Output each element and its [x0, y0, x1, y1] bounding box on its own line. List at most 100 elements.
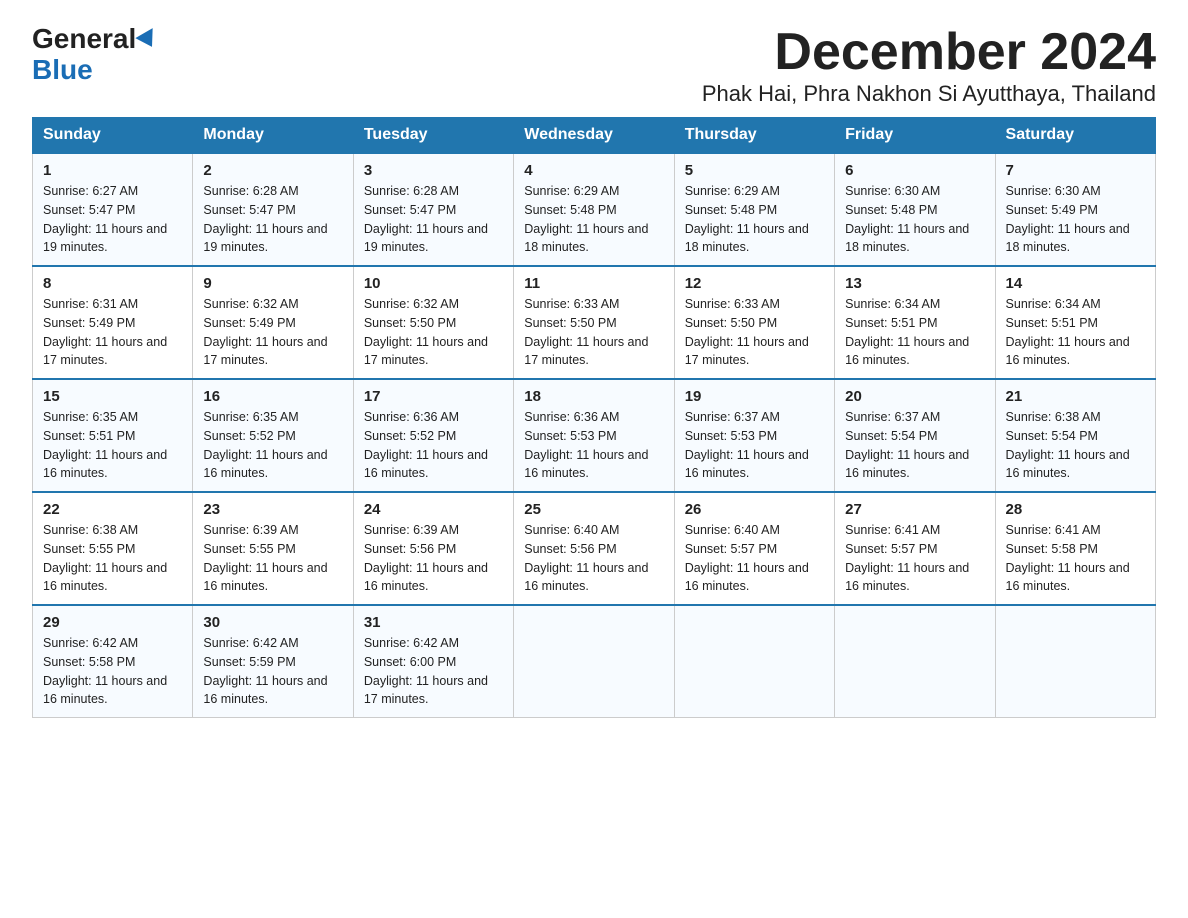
day-info: Sunrise: 6:40 AMSunset: 5:57 PMDaylight:… — [685, 523, 809, 593]
calendar-cell: 19 Sunrise: 6:37 AMSunset: 5:53 PMDaylig… — [674, 379, 834, 492]
day-info: Sunrise: 6:41 AMSunset: 5:57 PMDaylight:… — [845, 523, 969, 593]
day-info: Sunrise: 6:36 AMSunset: 5:53 PMDaylight:… — [524, 410, 648, 480]
day-number: 8 — [43, 275, 182, 292]
calendar-cell: 11 Sunrise: 6:33 AMSunset: 5:50 PMDaylig… — [514, 266, 674, 379]
day-info: Sunrise: 6:33 AMSunset: 5:50 PMDaylight:… — [685, 297, 809, 367]
header-thursday: Thursday — [674, 118, 834, 154]
header-friday: Friday — [835, 118, 995, 154]
header-monday: Monday — [193, 118, 353, 154]
day-number: 15 — [43, 388, 182, 405]
day-info: Sunrise: 6:30 AMSunset: 5:49 PMDaylight:… — [1006, 184, 1130, 254]
calendar-cell: 6 Sunrise: 6:30 AMSunset: 5:48 PMDayligh… — [835, 153, 995, 266]
calendar-cell: 1 Sunrise: 6:27 AMSunset: 5:47 PMDayligh… — [33, 153, 193, 266]
week-row-2: 8 Sunrise: 6:31 AMSunset: 5:49 PMDayligh… — [33, 266, 1156, 379]
calendar-cell: 12 Sunrise: 6:33 AMSunset: 5:50 PMDaylig… — [674, 266, 834, 379]
title-block: December 2024 Phak Hai, Phra Nakhon Si A… — [702, 24, 1156, 107]
logo-bottom-row: Blue — [32, 55, 93, 86]
calendar-cell: 4 Sunrise: 6:29 AMSunset: 5:48 PMDayligh… — [514, 153, 674, 266]
calendar-cell — [835, 605, 995, 718]
day-info: Sunrise: 6:34 AMSunset: 5:51 PMDaylight:… — [845, 297, 969, 367]
week-row-5: 29 Sunrise: 6:42 AMSunset: 5:58 PMDaylig… — [33, 605, 1156, 718]
calendar-cell: 13 Sunrise: 6:34 AMSunset: 5:51 PMDaylig… — [835, 266, 995, 379]
day-number: 12 — [685, 275, 824, 292]
day-number: 27 — [845, 501, 984, 518]
day-number: 7 — [1006, 162, 1145, 179]
calendar-header-row: SundayMondayTuesdayWednesdayThursdayFrid… — [33, 118, 1156, 154]
day-number: 26 — [685, 501, 824, 518]
day-info: Sunrise: 6:34 AMSunset: 5:51 PMDaylight:… — [1006, 297, 1130, 367]
calendar-cell: 8 Sunrise: 6:31 AMSunset: 5:49 PMDayligh… — [33, 266, 193, 379]
page-header: General Blue December 2024 Phak Hai, Phr… — [32, 24, 1156, 107]
day-number: 5 — [685, 162, 824, 179]
day-number: 16 — [203, 388, 342, 405]
logo-top-row: General — [32, 24, 158, 55]
day-number: 22 — [43, 501, 182, 518]
logo-triangle-icon — [136, 28, 161, 52]
header-tuesday: Tuesday — [353, 118, 513, 154]
calendar-cell: 24 Sunrise: 6:39 AMSunset: 5:56 PMDaylig… — [353, 492, 513, 605]
day-info: Sunrise: 6:37 AMSunset: 5:53 PMDaylight:… — [685, 410, 809, 480]
calendar-cell: 18 Sunrise: 6:36 AMSunset: 5:53 PMDaylig… — [514, 379, 674, 492]
day-info: Sunrise: 6:36 AMSunset: 5:52 PMDaylight:… — [364, 410, 488, 480]
day-number: 6 — [845, 162, 984, 179]
day-number: 19 — [685, 388, 824, 405]
day-number: 25 — [524, 501, 663, 518]
day-info: Sunrise: 6:32 AMSunset: 5:49 PMDaylight:… — [203, 297, 327, 367]
day-number: 18 — [524, 388, 663, 405]
day-number: 13 — [845, 275, 984, 292]
calendar-cell: 10 Sunrise: 6:32 AMSunset: 5:50 PMDaylig… — [353, 266, 513, 379]
day-info: Sunrise: 6:42 AMSunset: 6:00 PMDaylight:… — [364, 636, 488, 706]
calendar-table: SundayMondayTuesdayWednesdayThursdayFrid… — [32, 117, 1156, 718]
calendar-cell: 7 Sunrise: 6:30 AMSunset: 5:49 PMDayligh… — [995, 153, 1155, 266]
logo-general: General — [32, 23, 136, 54]
day-number: 1 — [43, 162, 182, 179]
day-info: Sunrise: 6:37 AMSunset: 5:54 PMDaylight:… — [845, 410, 969, 480]
day-info: Sunrise: 6:29 AMSunset: 5:48 PMDaylight:… — [524, 184, 648, 254]
day-number: 4 — [524, 162, 663, 179]
day-info: Sunrise: 6:39 AMSunset: 5:55 PMDaylight:… — [203, 523, 327, 593]
day-number: 23 — [203, 501, 342, 518]
calendar-cell: 17 Sunrise: 6:36 AMSunset: 5:52 PMDaylig… — [353, 379, 513, 492]
day-info: Sunrise: 6:31 AMSunset: 5:49 PMDaylight:… — [43, 297, 167, 367]
location-title: Phak Hai, Phra Nakhon Si Ayutthaya, Thai… — [702, 81, 1156, 107]
calendar-cell: 15 Sunrise: 6:35 AMSunset: 5:51 PMDaylig… — [33, 379, 193, 492]
day-info: Sunrise: 6:30 AMSunset: 5:48 PMDaylight:… — [845, 184, 969, 254]
logo: General Blue — [32, 24, 158, 86]
logo-blue: Blue — [32, 54, 93, 85]
calendar-cell: 29 Sunrise: 6:42 AMSunset: 5:58 PMDaylig… — [33, 605, 193, 718]
calendar-cell: 30 Sunrise: 6:42 AMSunset: 5:59 PMDaylig… — [193, 605, 353, 718]
day-number: 29 — [43, 614, 182, 631]
day-info: Sunrise: 6:38 AMSunset: 5:55 PMDaylight:… — [43, 523, 167, 593]
day-number: 9 — [203, 275, 342, 292]
day-number: 17 — [364, 388, 503, 405]
calendar-cell — [995, 605, 1155, 718]
day-number: 28 — [1006, 501, 1145, 518]
day-info: Sunrise: 6:39 AMSunset: 5:56 PMDaylight:… — [364, 523, 488, 593]
day-number: 31 — [364, 614, 503, 631]
day-number: 30 — [203, 614, 342, 631]
day-info: Sunrise: 6:40 AMSunset: 5:56 PMDaylight:… — [524, 523, 648, 593]
day-number: 2 — [203, 162, 342, 179]
day-info: Sunrise: 6:28 AMSunset: 5:47 PMDaylight:… — [203, 184, 327, 254]
header-wednesday: Wednesday — [514, 118, 674, 154]
calendar-cell: 28 Sunrise: 6:41 AMSunset: 5:58 PMDaylig… — [995, 492, 1155, 605]
calendar-cell: 16 Sunrise: 6:35 AMSunset: 5:52 PMDaylig… — [193, 379, 353, 492]
calendar-cell: 3 Sunrise: 6:28 AMSunset: 5:47 PMDayligh… — [353, 153, 513, 266]
day-number: 21 — [1006, 388, 1145, 405]
week-row-1: 1 Sunrise: 6:27 AMSunset: 5:47 PMDayligh… — [33, 153, 1156, 266]
calendar-cell: 31 Sunrise: 6:42 AMSunset: 6:00 PMDaylig… — [353, 605, 513, 718]
day-info: Sunrise: 6:28 AMSunset: 5:47 PMDaylight:… — [364, 184, 488, 254]
day-info: Sunrise: 6:41 AMSunset: 5:58 PMDaylight:… — [1006, 523, 1130, 593]
calendar-cell: 26 Sunrise: 6:40 AMSunset: 5:57 PMDaylig… — [674, 492, 834, 605]
day-info: Sunrise: 6:38 AMSunset: 5:54 PMDaylight:… — [1006, 410, 1130, 480]
calendar-cell: 27 Sunrise: 6:41 AMSunset: 5:57 PMDaylig… — [835, 492, 995, 605]
calendar-cell: 14 Sunrise: 6:34 AMSunset: 5:51 PMDaylig… — [995, 266, 1155, 379]
day-info: Sunrise: 6:32 AMSunset: 5:50 PMDaylight:… — [364, 297, 488, 367]
header-saturday: Saturday — [995, 118, 1155, 154]
calendar-cell — [514, 605, 674, 718]
day-info: Sunrise: 6:33 AMSunset: 5:50 PMDaylight:… — [524, 297, 648, 367]
week-row-4: 22 Sunrise: 6:38 AMSunset: 5:55 PMDaylig… — [33, 492, 1156, 605]
calendar-cell: 5 Sunrise: 6:29 AMSunset: 5:48 PMDayligh… — [674, 153, 834, 266]
calendar-cell: 9 Sunrise: 6:32 AMSunset: 5:49 PMDayligh… — [193, 266, 353, 379]
calendar-cell — [674, 605, 834, 718]
